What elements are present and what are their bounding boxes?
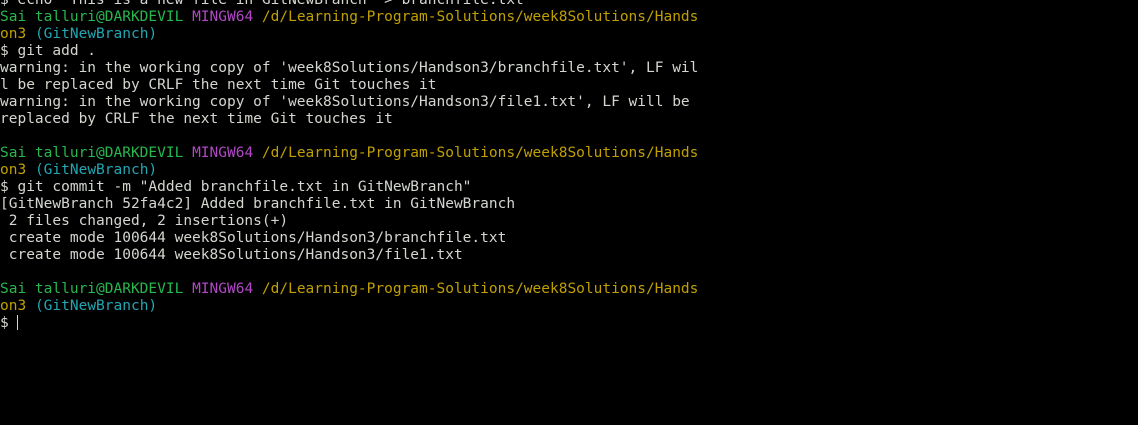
output-text: create mode 100644 week8Solutions/Handso… [0, 230, 507, 246]
prompt-path: /d/Learning-Program-Solutions/week8Solut… [261, 145, 699, 161]
prompt-symbol: $ [0, 179, 9, 195]
output-line: 2 files changed, 2 insertions(+) [0, 213, 1138, 230]
active-command-line[interactable]: $ [0, 315, 1138, 332]
prompt-user-host: Sai talluri@DARKDEVIL [0, 9, 184, 25]
prompt-symbol: $ [0, 315, 9, 331]
text-cursor [17, 315, 19, 330]
command-line: $ git commit -m "Added branchfile.txt in… [0, 179, 1138, 196]
output-line: create mode 100644 week8Solutions/Handso… [0, 230, 1138, 247]
prompt-path-continued: on3 [0, 26, 27, 42]
prompt-system: MINGW64 [192, 9, 254, 25]
output-text: 2 files changed, 2 insertions(+) [0, 213, 289, 229]
prompt-system: MINGW64 [192, 281, 254, 297]
output-line: [GitNewBranch 52fa4c2] Added branchfile.… [0, 196, 1138, 213]
prompt-path-continued: on3 [0, 162, 27, 178]
output-line: replaced by CRLF the next time Git touch… [0, 111, 1138, 128]
prompt-branch: (GitNewBranch) [34, 162, 158, 178]
prompt-line: Sai talluri@DARKDEVIL MINGW64 /d/Learnin… [0, 9, 1138, 26]
prompt-line-continued: on3 (GitNewBranch) [0, 26, 1138, 43]
terminal-window[interactable]: $ echo "This is a new file in GitNewBran… [0, 0, 1138, 425]
prompt-line: Sai talluri@DARKDEVIL MINGW64 /d/Learnin… [0, 281, 1138, 298]
prompt-line-continued: on3 (GitNewBranch) [0, 162, 1138, 179]
prompt-line-continued: on3 (GitNewBranch) [0, 298, 1138, 315]
output-line: warning: in the working copy of 'week8So… [0, 94, 1138, 111]
prompt-branch: (GitNewBranch) [34, 26, 158, 42]
output-line: create mode 100644 week8Solutions/Handso… [0, 247, 1138, 264]
output-text: create mode 100644 week8Solutions/Handso… [0, 247, 463, 263]
output-text: [GitNewBranch 52fa4c2] Added branchfile.… [0, 196, 516, 212]
prompt-path-continued: on3 [0, 298, 27, 314]
prompt-user-host: Sai talluri@DARKDEVIL [0, 145, 184, 161]
prompt-system: MINGW64 [192, 145, 254, 161]
output-text: warning: in the working copy of 'week8So… [0, 94, 690, 110]
prompt-user-host: Sai talluri@DARKDEVIL [0, 281, 184, 297]
partial-command-text: $ echo "This is a new file in GitNewBran… [0, 0, 524, 8]
output-text: warning: in the working copy of 'week8So… [0, 60, 699, 76]
prompt-line: Sai talluri@DARKDEVIL MINGW64 /d/Learnin… [0, 145, 1138, 162]
prompt-branch: (GitNewBranch) [34, 298, 158, 314]
output-line: warning: in the working copy of 'week8So… [0, 60, 1138, 77]
prompt-path: /d/Learning-Program-Solutions/week8Solut… [261, 9, 699, 25]
command-line: $ git add . [0, 43, 1138, 60]
output-text: l be replaced by CRLF the next time Git … [0, 77, 437, 93]
output-line: l be replaced by CRLF the next time Git … [0, 77, 1138, 94]
command-text: git add . [17, 43, 97, 59]
terminal-line-partial: $ echo "This is a new file in GitNewBran… [0, 0, 1138, 9]
prompt-symbol: $ [0, 43, 9, 59]
command-text: git commit -m "Added branchfile.txt in G… [17, 179, 472, 195]
output-text: replaced by CRLF the next time Git touch… [0, 111, 393, 127]
prompt-path: /d/Learning-Program-Solutions/week8Solut… [261, 281, 699, 297]
